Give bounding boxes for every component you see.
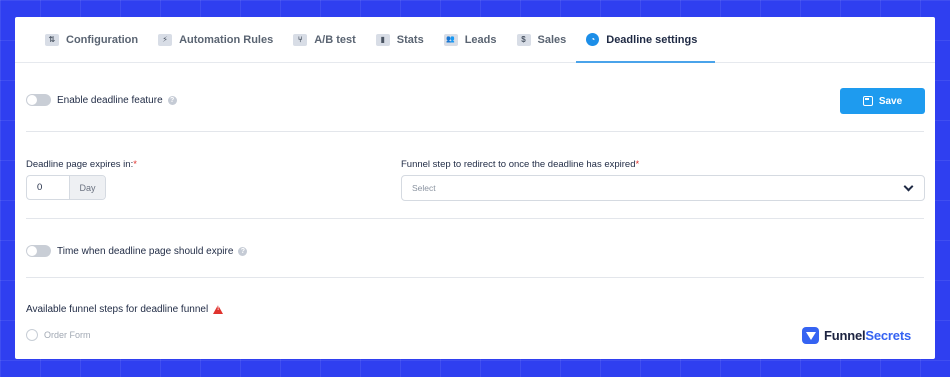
available-steps-label: Available funnel steps for deadline funn… [26, 304, 209, 315]
expires-in-input-group: 0 Day [26, 175, 106, 200]
deadline-feature-toggle[interactable] [26, 94, 51, 106]
split-icon: ⑂ [293, 33, 308, 46]
help-icon[interactable]: ? [238, 246, 248, 256]
deadline-feature-row: Enable deadline feature ? [26, 94, 177, 106]
order-form-label: Order Form [44, 330, 91, 340]
sliders-icon: ⇅ [45, 33, 59, 46]
tab-label: Stats [396, 33, 424, 46]
tab-deadline-settings[interactable]: ◔ Deadline settings [576, 17, 716, 63]
deadline-feature-label: Enable deadline feature [57, 94, 163, 106]
divider [26, 218, 924, 219]
save-button[interactable]: Save [840, 88, 925, 114]
expires-in-unit: Day [69, 176, 105, 199]
tab-automation-rules[interactable]: ⚡ Automation Rules [148, 17, 283, 62]
divider [26, 277, 924, 278]
required-mark: * [133, 159, 137, 170]
tab-label: Configuration [66, 33, 139, 46]
deadline-settings-panel: ⇅ Configuration ⚡ Automation Rules ⑂ A/B… [15, 17, 935, 359]
redirect-step-label-text: Funnel step to redirect to once the dead… [401, 159, 636, 170]
redirect-step-label: Funnel step to redirect to once the dead… [401, 159, 639, 170]
divider [26, 131, 924, 132]
expire-time-row: Time when deadline page should expire ? [26, 245, 248, 257]
tab-leads[interactable]: 👥 Leads [434, 17, 507, 62]
tab-label: Deadline settings [606, 33, 698, 46]
tab-label: A/B test [314, 33, 356, 46]
save-icon [862, 96, 873, 106]
bar-chart-icon: ▮ [375, 33, 390, 46]
redirect-step-select[interactable]: Select [401, 175, 925, 201]
expire-time-label: Time when deadline page should expire [57, 245, 234, 257]
expire-time-toggle[interactable] [26, 245, 51, 257]
tab-ab-test[interactable]: ⑂ A/B test [283, 17, 366, 62]
tab-label: Leads [464, 33, 497, 46]
funnelsecrets-logo: FunnelSecrets [802, 327, 911, 344]
tab-sales[interactable]: $ Sales [507, 17, 577, 62]
tab-configuration[interactable]: ⇅ Configuration [35, 17, 148, 62]
users-icon: 👥 [443, 33, 458, 46]
expires-in-label-text: Deadline page expires in: [26, 159, 134, 170]
expires-in-value-input[interactable]: 0 [27, 176, 69, 199]
tab-stats[interactable]: ▮ Stats [366, 17, 434, 62]
tab-label: Sales [537, 33, 567, 46]
clock-icon: ◔ [586, 33, 600, 46]
warning-glyph: ! [217, 306, 220, 312]
available-steps-heading: Available funnel steps for deadline funn… [26, 304, 224, 315]
bolt-icon: ⚡ [158, 33, 173, 46]
select-placeholder: Select [412, 183, 436, 193]
tab-label: Automation Rules [179, 33, 274, 46]
brand-name-part1: Funnel [824, 328, 866, 343]
tab-bar: ⇅ Configuration ⚡ Automation Rules ⑂ A/B… [15, 17, 935, 63]
funnel-step-option: Order Form [26, 329, 91, 341]
warning-icon: ! [213, 305, 224, 314]
save-button-label: Save [878, 95, 903, 107]
brand-name: FunnelSecrets [824, 328, 911, 343]
expires-in-label: Deadline page expires in:* [26, 159, 137, 170]
required-mark: * [635, 159, 640, 170]
funnel-icon [802, 327, 819, 344]
dollar-icon: $ [516, 33, 531, 46]
order-form-radio[interactable] [26, 329, 38, 341]
help-icon[interactable]: ? [167, 95, 177, 105]
brand-name-part2: Secrets [865, 328, 911, 343]
chevron-down-icon [903, 181, 914, 191]
